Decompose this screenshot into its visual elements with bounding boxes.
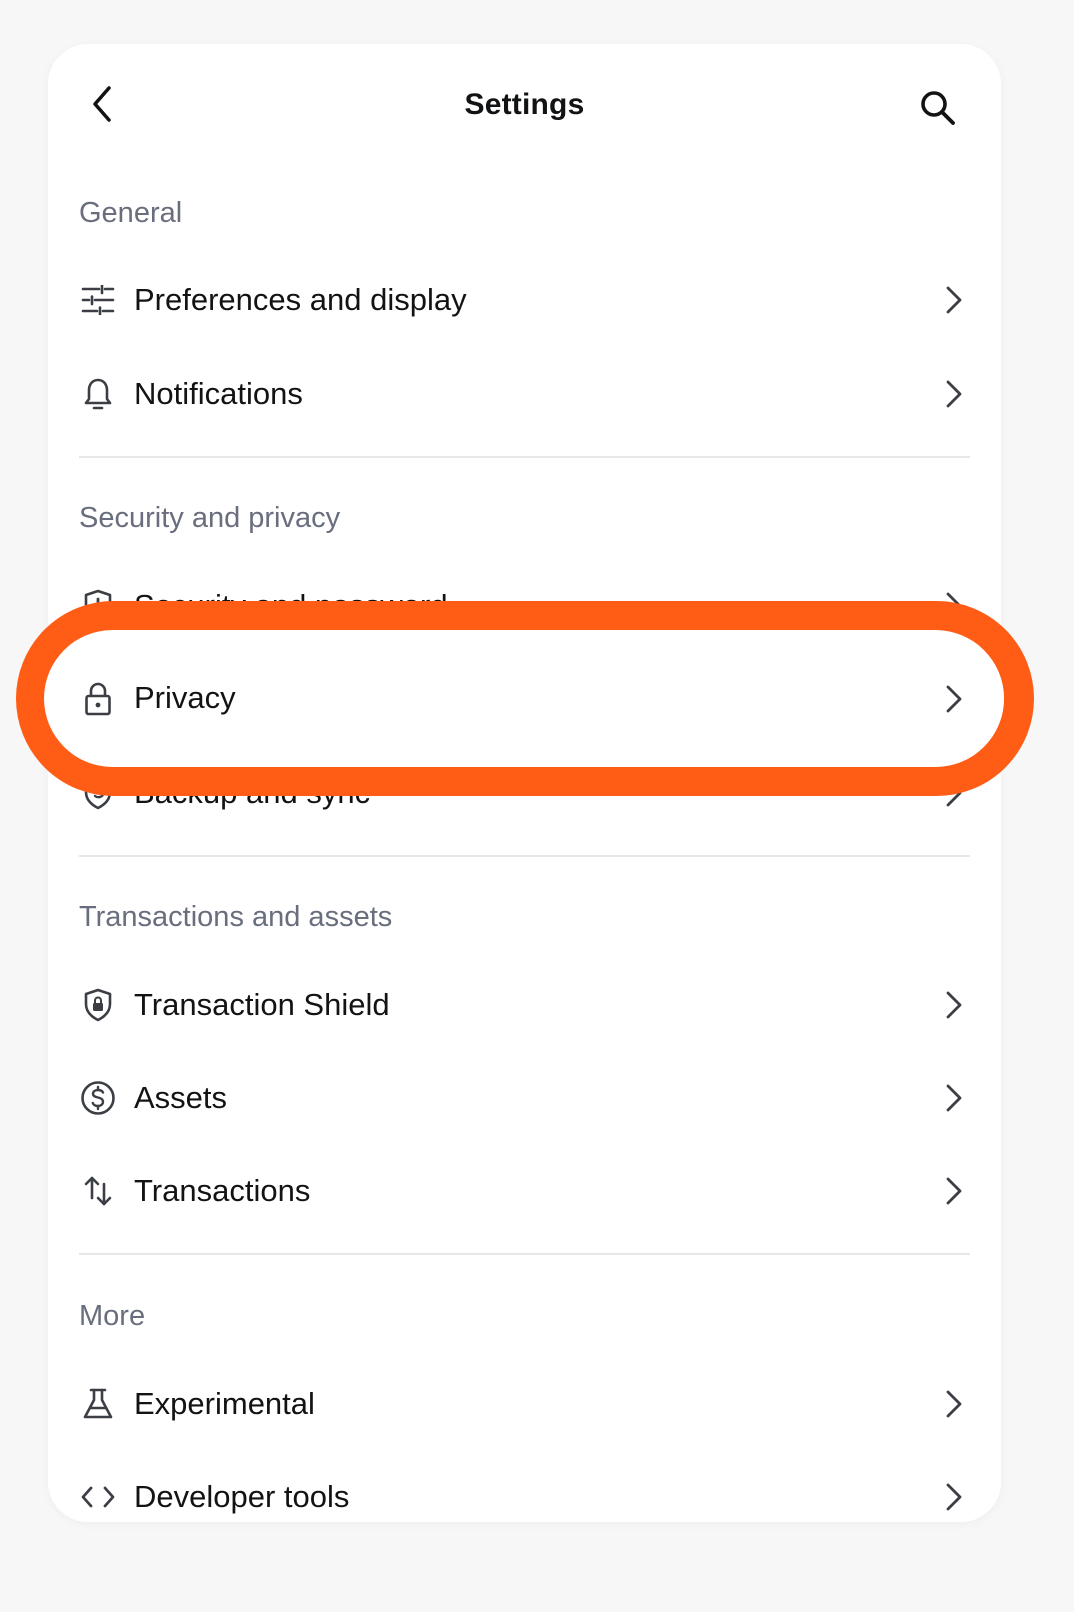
- bell-icon: [80, 376, 116, 412]
- settings-item-privacy[interactable]: Privacy: [44, 652, 1004, 746]
- lock-icon: [80, 681, 116, 717]
- settings-item-label: Experimental: [134, 1386, 315, 1421]
- dollar-circle-icon: [80, 1080, 116, 1116]
- settings-item-label: Developer tools: [134, 1479, 350, 1514]
- section-title-more: More: [79, 1300, 146, 1332]
- shield-alert-icon: [80, 588, 116, 624]
- chevron-right-icon: [942, 379, 966, 409]
- code-icon: [80, 1479, 116, 1515]
- settings-card: Settings General Preferences and display: [48, 44, 1001, 1522]
- chevron-right-icon: [942, 1176, 966, 1206]
- chevron-right-icon: [942, 684, 966, 714]
- chevron-right-icon: [942, 778, 966, 808]
- settings-item-developer-tools[interactable]: Developer tools: [48, 1450, 1001, 1522]
- shield-sync-icon: [80, 775, 116, 811]
- settings-item-label: Assets: [134, 1080, 228, 1115]
- chevron-right-icon: [942, 285, 966, 315]
- chevron-right-icon: [942, 1482, 966, 1512]
- settings-item-assets[interactable]: Assets: [48, 1051, 1001, 1145]
- settings-item-transactions[interactable]: Transactions: [48, 1144, 1001, 1238]
- chevron-right-icon: [942, 591, 966, 621]
- header: Settings: [48, 44, 1001, 168]
- settings-item-transaction-shield[interactable]: Transaction Shield: [48, 958, 1001, 1052]
- search-icon: [921, 91, 955, 125]
- settings-item-label: Security and password: [134, 588, 448, 623]
- chevron-right-icon: [942, 1389, 966, 1419]
- settings-item-label: Notifications: [134, 376, 303, 411]
- shield-lock-icon: [80, 987, 116, 1023]
- settings-item-label: Transactions: [134, 1173, 311, 1208]
- chevron-right-icon: [942, 1083, 966, 1113]
- search-button[interactable]: [914, 84, 962, 132]
- divider: [79, 456, 970, 458]
- page-title: Settings: [464, 88, 585, 121]
- sliders-icon: [80, 282, 116, 318]
- settings-item-label: Privacy: [134, 680, 236, 715]
- chevron-right-icon: [942, 990, 966, 1020]
- divider: [79, 855, 970, 857]
- flask-icon: [80, 1386, 116, 1422]
- section-title-general: General: [79, 197, 183, 229]
- divider: [79, 1253, 970, 1255]
- section-title-security: Security and privacy: [79, 502, 341, 534]
- settings-item-label: Transaction Shield: [134, 987, 390, 1022]
- settings-item-experimental[interactable]: Experimental: [48, 1357, 1001, 1451]
- settings-item-label: Backup and sync: [134, 775, 371, 810]
- arrows-up-down-icon: [80, 1173, 116, 1209]
- settings-item-label: Preferences and display: [134, 282, 467, 317]
- section-title-transactions: Transactions and assets: [79, 901, 393, 933]
- settings-item-notifications[interactable]: Notifications: [48, 347, 1001, 441]
- settings-item-preferences[interactable]: Preferences and display: [48, 253, 1001, 347]
